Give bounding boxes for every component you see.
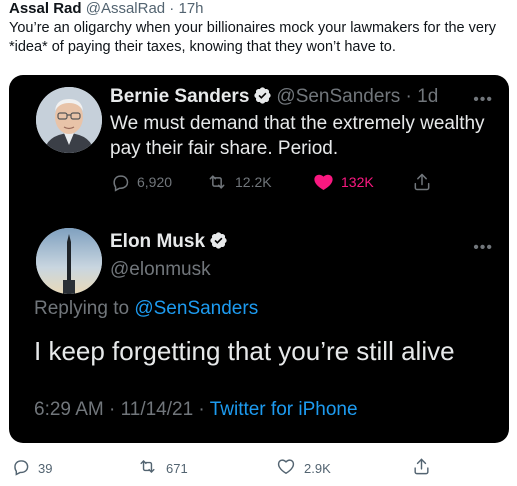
quoted-reply-action[interactable]: 6,920 bbox=[110, 171, 172, 193]
reply-icon bbox=[110, 172, 130, 192]
outer-handle-time[interactable]: @AssalRad · 17h bbox=[86, 0, 204, 17]
verified-badge-icon bbox=[209, 231, 228, 257]
quoted-retweet-action[interactable]: 12.2K bbox=[206, 171, 272, 193]
more-icon[interactable]: ••• bbox=[473, 92, 493, 108]
retweet-icon bbox=[137, 457, 158, 479]
outer-reply-action[interactable]: 39 bbox=[11, 456, 52, 480]
replying-prefix: Replying to bbox=[34, 298, 130, 319]
timestamp-line: 6:29 AM · 11/14/21 · Twitter for iPhone bbox=[34, 398, 358, 422]
quoted-tweet-actions: 6,920 12.2K 132K bbox=[110, 171, 440, 193]
outer-tweet-actions: 39 671 2.9K bbox=[0, 456, 517, 480]
elon-name-row: Elon Musk bbox=[110, 230, 232, 257]
bernie-avatar[interactable] bbox=[36, 87, 102, 153]
verified-badge-icon bbox=[253, 86, 272, 112]
outer-retweet-count: 671 bbox=[166, 460, 188, 476]
source-link[interactable]: Twitter for iPhone bbox=[210, 399, 358, 420]
more-icon[interactable]: ••• bbox=[473, 240, 493, 256]
quoted-like-action[interactable]: 132K bbox=[313, 171, 374, 193]
outer-retweet-action[interactable]: 671 bbox=[137, 456, 188, 480]
reply-tweet-text: I keep forgetting that you’re still aliv… bbox=[34, 336, 455, 366]
outer-tweet-header: Assal Rad @AssalRad · 17h bbox=[9, 0, 204, 18]
outer-reply-count: 39 bbox=[38, 460, 53, 476]
quoted-reply-count: 6,920 bbox=[137, 174, 173, 190]
reply-icon bbox=[11, 457, 30, 479]
retweet-icon bbox=[206, 172, 228, 192]
elon-name[interactable]: Elon Musk bbox=[110, 231, 205, 252]
bernie-handle-time[interactable]: @SenSanders · 1d bbox=[276, 86, 438, 107]
outer-author-name[interactable]: Assal Rad bbox=[9, 0, 82, 17]
replying-mention-link[interactable]: @SenSanders bbox=[134, 298, 258, 319]
outer-tweet-text: You’re an oligarchy when your billionair… bbox=[9, 20, 497, 55]
quoted-share-action[interactable] bbox=[412, 171, 432, 193]
share-icon bbox=[412, 172, 432, 192]
quoted-tweet-text: We must demand that the extremely wealth… bbox=[110, 113, 485, 159]
quoted-retweet-count: 12.2K bbox=[235, 174, 272, 190]
replying-to-line: Replying to @SenSanders bbox=[34, 297, 258, 321]
reply-timestamp[interactable]: 6:29 AM · 11/14/21 · bbox=[34, 399, 205, 420]
heart-icon bbox=[313, 172, 334, 192]
outer-like-action[interactable]: 2.9K bbox=[276, 456, 331, 480]
heart-icon bbox=[276, 457, 296, 479]
embedded-screenshot[interactable]: Bernie Sanders @SenSanders · 1d ••• We mu… bbox=[9, 75, 509, 443]
outer-like-count: 2.9K bbox=[304, 460, 331, 476]
elon-avatar[interactable] bbox=[36, 228, 102, 294]
share-icon bbox=[412, 457, 431, 479]
bernie-name[interactable]: Bernie Sanders bbox=[110, 86, 249, 107]
quoted-tweet-header: Bernie Sanders @SenSanders · 1d bbox=[110, 85, 438, 112]
outer-share-action[interactable] bbox=[412, 456, 431, 480]
elon-handle[interactable]: @elonmusk bbox=[110, 258, 211, 282]
quoted-like-count: 132K bbox=[341, 174, 374, 190]
